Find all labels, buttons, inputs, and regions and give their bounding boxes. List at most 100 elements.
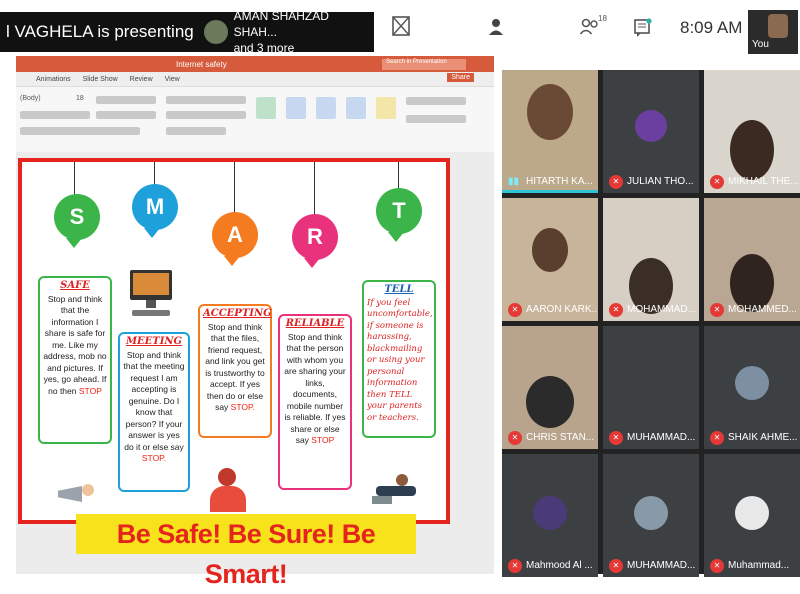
ribbon-tabs: Animations Slide Show Review View Share: [16, 72, 494, 86]
letter-m-balloon: M: [132, 184, 178, 238]
megaphone-illustration: [58, 480, 98, 510]
participant-tile[interactable]: ✕ MOHAMMAD...: [603, 198, 699, 321]
mic-off-icon: ✕: [710, 175, 724, 189]
pin-person-icon[interactable]: [488, 18, 506, 41]
participant-tile[interactable]: ✕ SHAIK AHME...: [704, 326, 800, 449]
ribbon-toolbar: (Body) 18: [16, 86, 494, 152]
participant-name: MUHAMMAD...: [627, 432, 696, 443]
tab-animations[interactable]: Animations: [36, 76, 71, 83]
tell-card-body: If you feel uncomfortable, if someone is…: [367, 297, 433, 423]
participant-name: MOHAMMED...: [728, 304, 797, 315]
mic-off-icon: ✕: [609, 431, 623, 445]
mic-off-icon: ✕: [508, 559, 522, 573]
participant-more: and 3 more: [233, 41, 295, 55]
tell-card-title: TELL: [384, 284, 414, 295]
people-icon[interactable]: [579, 18, 600, 41]
letter-t-balloon: T: [376, 188, 422, 242]
tab-slide-show[interactable]: Slide Show: [83, 76, 118, 83]
speaking-indicator-icon: ▮▮: [508, 176, 520, 187]
participant-name: MUHAMMAD...: [627, 560, 696, 571]
reliable-card-body: Stop and think that the person with whom…: [284, 331, 346, 446]
meeting-top-bar: l VAGHELA is presenting AMAN SHAHZAD SHA…: [0, 0, 800, 56]
participant-name: AMAN SHAHZAD SHAH...: [233, 9, 329, 39]
font-size-select[interactable]: 18: [76, 95, 84, 102]
participant-name: SHAIK AHME...: [728, 432, 798, 443]
participant-tile[interactable]: ✕ MUHAMMAD...: [603, 454, 699, 577]
clock-time: 8:09 AM: [680, 18, 743, 37]
participant-name: HITARTH KA...: [526, 176, 593, 187]
slide-canvas: S M A R T SAFE Stop and think that the i…: [16, 152, 494, 589]
meeting-card-stop: STOP.: [141, 453, 167, 463]
participant-name: CHRIS STAN...: [526, 432, 595, 443]
tab-view[interactable]: View: [165, 76, 180, 83]
safe-card: SAFE Stop and think that the information…: [38, 276, 112, 444]
self-label: You: [752, 39, 769, 50]
mic-off-icon: ✕: [710, 431, 724, 445]
layout-grid-icon[interactable]: [392, 16, 410, 41]
reliable-card: RELIABLE Stop and think that the person …: [278, 314, 352, 490]
search-box[interactable]: Search in Presentation: [382, 59, 466, 70]
participant-video: [526, 376, 574, 428]
letter-a-balloon: A: [212, 212, 258, 266]
participant-avatar: [634, 496, 668, 530]
participant-video: [527, 84, 573, 140]
participant-tile[interactable]: ✕ JULIAN THO...: [603, 70, 699, 193]
participant-avatar: [735, 496, 769, 530]
mic-off-icon: ✕: [508, 431, 522, 445]
presenter-text: l VAGHELA is presenting: [6, 22, 194, 41]
accepting-card-body: Stop and think that the files, friend re…: [205, 321, 265, 413]
participant-avatar: [635, 110, 667, 142]
participant-tile[interactable]: ✕ Muhammad...: [704, 454, 800, 577]
mic-off-icon: ✕: [609, 559, 623, 573]
participant-name: JULIAN THO...: [627, 176, 694, 187]
powerpoint-window: Internet safety Search in Presentation A…: [16, 56, 494, 152]
meeting-card: MEETING Stop and think that the meeting …: [118, 332, 190, 492]
accepting-card-stop: STOP.: [230, 402, 255, 412]
participant-avatar: [533, 496, 567, 530]
share-button[interactable]: Share: [447, 73, 474, 82]
participant-video: [532, 228, 568, 272]
reliable-card-title: RELIABLE: [285, 318, 345, 329]
self-view-tile[interactable]: You: [748, 10, 798, 54]
mic-off-icon: ✕: [609, 303, 623, 317]
participant-video: [730, 120, 774, 180]
active-speaker-outline: [502, 190, 598, 193]
chat-icon[interactable]: [634, 18, 652, 43]
participant-name: AARON KARK...: [526, 304, 598, 315]
presenter-banner[interactable]: l VAGHELA is presenting AMAN SHAHZAD SHA…: [0, 9, 374, 55]
participant-grid: ▮▮ HITARTH KA... ✕ JULIAN THO... ✕ MIKHA…: [502, 70, 800, 577]
accepting-card-title: ACCEPTING: [203, 308, 272, 319]
participant-tile[interactable]: ✕ MUHAMMAD...: [603, 326, 699, 449]
meeting-card-body: Stop and think that the meeting request …: [123, 349, 185, 452]
girl-illustration: [208, 468, 248, 512]
meeting-card-title: MEETING: [125, 336, 183, 347]
participant-avatar: [735, 366, 769, 400]
file-name: Internet safety: [176, 59, 227, 69]
participant-name: Muhammad...: [728, 560, 790, 571]
participant-name: MOHAMMAD...: [627, 304, 696, 315]
safe-card-title: SAFE: [60, 280, 90, 291]
mic-off-icon: ✕: [710, 303, 724, 317]
safe-card-stop: STOP: [78, 385, 102, 396]
mic-off-icon: ✕: [508, 303, 522, 317]
reliable-card-stop: STOP: [311, 435, 335, 445]
participant-name: MIKHAIL THE...: [728, 176, 799, 187]
letter-r-balloon: R: [292, 214, 338, 268]
letter-s-balloon: S: [54, 194, 100, 248]
participant-tile[interactable]: ✕ CHRIS STAN...: [502, 326, 598, 449]
slogan-banner: Be Safe! Be Sure! Be Smart!: [76, 514, 416, 589]
participant-tile[interactable]: ✕ MIKHAIL THE...: [704, 70, 800, 193]
tab-review[interactable]: Review: [130, 76, 153, 83]
participant-tile[interactable]: ✕ AARON KARK...: [502, 198, 598, 321]
participant-tile[interactable]: ▮▮ HITARTH KA...: [502, 70, 598, 193]
smart-slide: S M A R T SAFE Stop and think that the i…: [18, 158, 450, 589]
computer-illustration: [126, 270, 176, 320]
participant-tile[interactable]: ✕ MOHAMMED...: [704, 198, 800, 321]
participant-tile[interactable]: ✕ Mahmood Al ...: [502, 454, 598, 577]
mic-off-icon: ✕: [609, 175, 623, 189]
powerpoint-title-bar: Internet safety Search in Presentation: [16, 56, 494, 72]
mic-off-icon: ✕: [710, 559, 724, 573]
font-name-select[interactable]: (Body): [20, 95, 41, 102]
tell-card: TELL If you feel uncomfortable, if someo…: [362, 280, 436, 438]
participant-name: Mahmood Al ...: [526, 560, 593, 571]
